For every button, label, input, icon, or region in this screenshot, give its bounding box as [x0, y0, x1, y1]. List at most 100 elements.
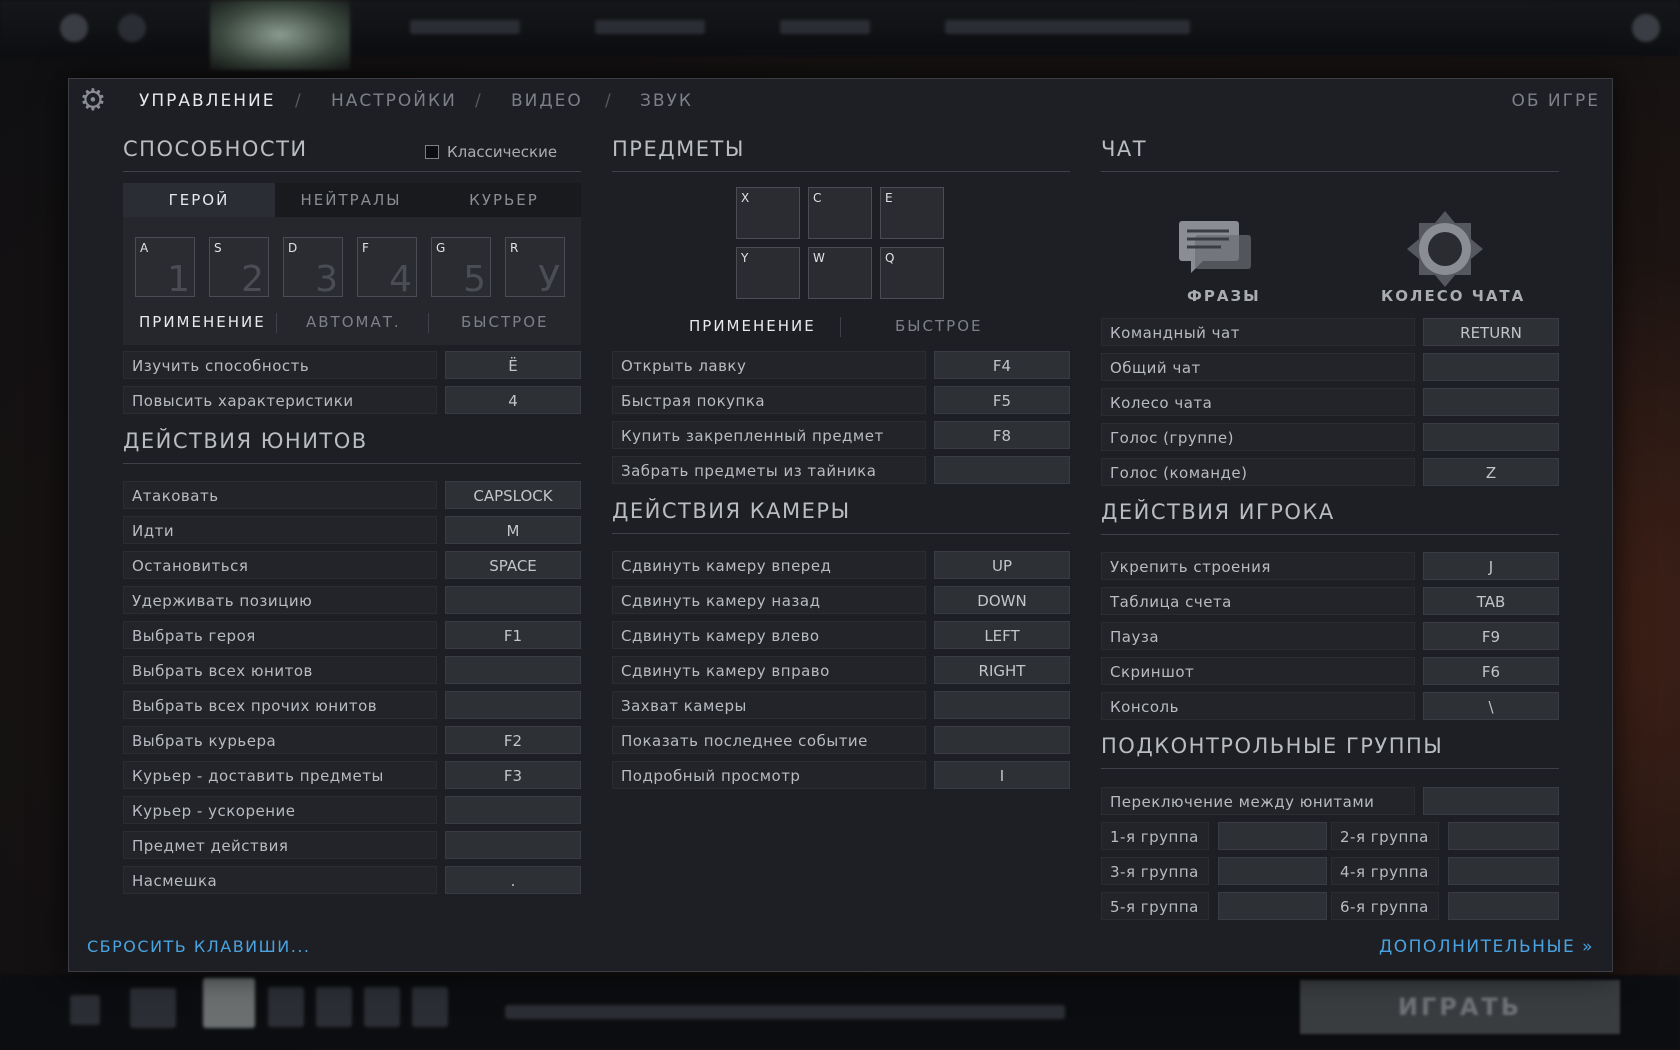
tab-bar: ⚙ УПРАВЛЕНИЕ / НАСТРОЙКИ / ВИДЕО / ЗВУК … [69, 79, 1612, 123]
keybind-button[interactable]: RETURN [1423, 318, 1559, 346]
item-slot[interactable]: W [808, 247, 872, 299]
divider [840, 317, 841, 337]
keybind-button[interactable] [934, 691, 1070, 719]
keybind-button[interactable]: J [1423, 552, 1559, 580]
keybind-button[interactable]: Ё [445, 351, 581, 379]
subtab-neutrals[interactable]: НЕЙТРАЛЫ [275, 183, 427, 217]
hotkey-label: S [214, 241, 222, 255]
nav-item [595, 20, 705, 34]
keybind-button[interactable]: LEFT [934, 621, 1070, 649]
items-mode-apply[interactable]: ПРИМЕНЕНИЕ [689, 317, 816, 335]
keybind-button[interactable]: I [934, 761, 1070, 789]
keybind-button[interactable] [1218, 857, 1327, 885]
tab-about[interactable]: ОБ ИГРЕ [1511, 91, 1600, 111]
keybind-button[interactable]: RIGHT [934, 656, 1070, 684]
subtab-courier[interactable]: КУРЬЕР [427, 183, 581, 217]
keybind-button[interactable] [445, 691, 581, 719]
row-label: Выбрать курьера [123, 726, 437, 754]
mode-apply[interactable]: ПРИМЕНЕНИЕ [139, 313, 266, 331]
keybind-button[interactable] [445, 796, 581, 824]
ability-slot[interactable]: S2 [209, 237, 269, 300]
row-label: Повысить характеристики [123, 386, 437, 414]
ability-slot[interactable]: RУ [505, 237, 565, 300]
keybind-button[interactable] [1448, 892, 1559, 920]
chat-wheel-icon[interactable] [1405, 209, 1485, 289]
keybind-button[interactable]: Z [1423, 458, 1559, 486]
keybind-button[interactable]: F3 [445, 761, 581, 789]
keybind-button[interactable]: F2 [445, 726, 581, 754]
item-slot[interactable]: Q [880, 247, 944, 299]
chat-wheel-label[interactable]: КОЛЕСО ЧАТА [1381, 287, 1525, 305]
keybind-button[interactable]: F6 [1423, 657, 1559, 685]
keybind-button[interactable] [1218, 822, 1327, 850]
keybind-button[interactable] [445, 831, 581, 859]
ability-slot[interactable]: F4 [357, 237, 417, 300]
keybind-button[interactable]: 4 [445, 386, 581, 414]
tab-settings[interactable]: НАСТРОЙКИ [331, 91, 457, 111]
keybind-button[interactable]: F9 [1423, 622, 1559, 650]
keybind-button[interactable]: F5 [934, 386, 1070, 414]
item-slot[interactable]: Y [736, 247, 800, 299]
row-label: Показать последнее событие [612, 726, 926, 754]
keybind-button[interactable]: F8 [934, 421, 1070, 449]
tab-separator: / [605, 91, 611, 111]
classic-label: Классические [447, 143, 558, 161]
keybind-button[interactable]: . [445, 866, 581, 894]
keybind-button[interactable]: F4 [934, 351, 1070, 379]
mode-quick[interactable]: БЫСТРОЕ [461, 313, 549, 331]
keybind-button[interactable] [1423, 787, 1559, 815]
divider [276, 313, 277, 333]
keybind-button[interactable]: F1 [445, 621, 581, 649]
row-label: Скриншот [1101, 657, 1415, 685]
ability-slot[interactable]: A1 [135, 237, 195, 300]
keybind-button[interactable] [1423, 423, 1559, 451]
items-mode-quick[interactable]: БЫСТРОЕ [895, 317, 983, 335]
ability-slot[interactable]: G5 [431, 237, 491, 300]
row-label: Сдвинуть камеру вперед [612, 551, 926, 579]
item-slot[interactable]: C [808, 187, 872, 239]
keybind-button[interactable] [445, 586, 581, 614]
keybind-button[interactable] [1423, 388, 1559, 416]
mode-auto[interactable]: АВТОМАТ. [306, 313, 401, 331]
row-label: Таблица счета [1101, 587, 1415, 615]
keybind-button[interactable]: UP [934, 551, 1070, 579]
phrases-icon[interactable] [1177, 219, 1253, 279]
tab-controls[interactable]: УПРАВЛЕНИЕ [139, 91, 275, 111]
ability-slot[interactable]: D3 [283, 237, 343, 300]
row-label: Выбрать всех юнитов [123, 656, 437, 684]
item-slot[interactable]: E [880, 187, 944, 239]
keybind-button[interactable] [445, 656, 581, 684]
keybind-button[interactable]: TAB [1423, 587, 1559, 615]
keybind-button[interactable] [934, 456, 1070, 484]
slot-number: У [538, 259, 560, 300]
subtab-hero[interactable]: ГЕРОЙ [123, 183, 275, 217]
advanced-link[interactable]: ДОПОЛНИТЕЛЬНЫЕ » [1379, 937, 1594, 957]
keybind-button[interactable] [1448, 857, 1559, 885]
slot-number: 2 [241, 259, 264, 300]
tab-sound[interactable]: ЗВУК [640, 91, 693, 111]
reset-keys-link[interactable]: СБРОСИТЬ КЛАВИШИ... [87, 937, 310, 956]
keybind-button[interactable]: \ [1423, 692, 1559, 720]
divider [1101, 768, 1559, 769]
tab-video[interactable]: ВИДЕО [511, 91, 583, 111]
keybind-button[interactable] [1423, 353, 1559, 381]
nav-item [410, 20, 520, 34]
keybind-button[interactable]: SPACE [445, 551, 581, 579]
phrases-label[interactable]: ФРАЗЫ [1187, 287, 1261, 305]
row-label: Укрепить строения [1101, 552, 1415, 580]
item-slot[interactable]: X [736, 187, 800, 239]
keybind-button[interactable]: CAPSLOCK [445, 481, 581, 509]
row-label: Атаковать [123, 481, 437, 509]
classic-checkbox[interactable] [425, 145, 439, 159]
keybind-button[interactable]: M [445, 516, 581, 544]
back-icon [118, 14, 146, 42]
keybind-button[interactable]: DOWN [934, 586, 1070, 614]
keybind-button[interactable] [1448, 822, 1559, 850]
divider [1101, 534, 1559, 535]
settings-dialog: ⚙ УПРАВЛЕНИЕ / НАСТРОЙКИ / ВИДЕО / ЗВУК … [68, 78, 1613, 972]
slot-number: 3 [315, 259, 338, 300]
avatar [203, 978, 255, 1028]
keybind-button[interactable] [934, 726, 1070, 754]
keybind-button[interactable] [1218, 892, 1327, 920]
nav-item [780, 20, 870, 34]
